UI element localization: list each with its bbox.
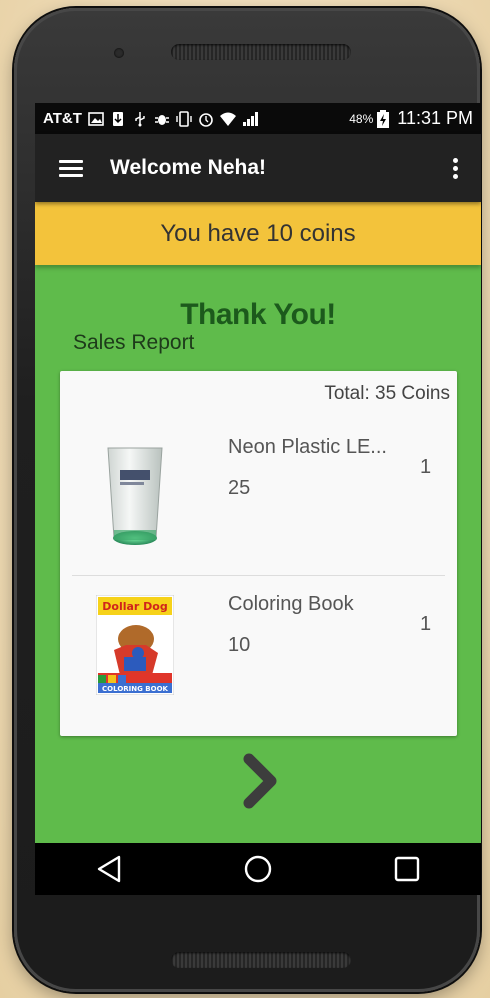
app-bar-title: Welcome Neha! — [110, 156, 266, 179]
item-quantity: 1 — [420, 613, 432, 635]
item-price: 10 — [228, 634, 251, 656]
top-speaker-grille — [171, 44, 351, 60]
status-right: 48% 11:31 PM — [349, 108, 473, 129]
item-name: Coloring Book — [228, 593, 354, 615]
sales-report-label: Sales Report — [73, 331, 195, 354]
vibrate-icon — [176, 110, 192, 127]
usb-icon — [135, 111, 145, 126]
clock: 11:31 PM — [397, 108, 473, 128]
recents-square-icon — [394, 856, 419, 882]
app-bar: Welcome Neha! — [35, 134, 481, 202]
notification-icons — [88, 110, 349, 127]
battery-charging-icon — [377, 109, 390, 128]
menu-icon[interactable] — [59, 156, 83, 181]
bottom-speaker-grille — [171, 952, 351, 968]
dollar-dog-book-image: Dollar Dog COLORING BOOK — [96, 595, 174, 695]
glass-cup-image — [107, 447, 163, 545]
recents-button[interactable] — [347, 843, 467, 895]
total-coins: Total: 35 Coins — [324, 383, 450, 404]
list-divider — [72, 575, 445, 576]
battery-percent: 48% — [349, 111, 374, 126]
overflow-menu-icon[interactable] — [453, 155, 459, 182]
thank-you-heading: Thank You! — [180, 298, 336, 331]
item-price: 25 — [228, 477, 251, 499]
sales-report-card: Total: 35 Coins Neon Plastic LE... 25 1 … — [60, 371, 457, 736]
list-item[interactable]: Dollar Dog COLORING BOOK Coloring Book 1… — [60, 581, 457, 721]
front-camera — [114, 48, 124, 58]
list-item[interactable]: Neon Plastic LE... 25 1 — [60, 424, 457, 564]
android-navigation-bar — [35, 843, 481, 895]
screen: AT&T 48% 11:31 PM Welcome Neha! You have… — [35, 103, 481, 895]
carrier-label: AT&T — [43, 110, 82, 127]
status-bar: AT&T 48% 11:31 PM — [35, 103, 481, 134]
image-notification-icon — [88, 111, 104, 126]
coins-banner: You have 10 coins — [35, 202, 481, 265]
signal-strength-icon — [242, 111, 258, 126]
back-button[interactable] — [49, 843, 169, 895]
download-notification-icon — [112, 111, 123, 126]
book-title: Dollar Dog — [102, 600, 167, 613]
debug-bug-icon — [154, 114, 169, 125]
item-quantity: 1 — [420, 456, 432, 478]
book-subtitle: COLORING BOOK — [102, 685, 169, 693]
home-button[interactable] — [198, 843, 318, 895]
item-name: Neon Plastic LE... — [228, 436, 387, 458]
back-triangle-icon — [98, 855, 121, 883]
alarm-clock-icon — [199, 112, 213, 127]
next-chevron-icon[interactable] — [241, 751, 281, 811]
home-circle-icon — [244, 855, 272, 883]
wifi-icon — [219, 112, 236, 126]
